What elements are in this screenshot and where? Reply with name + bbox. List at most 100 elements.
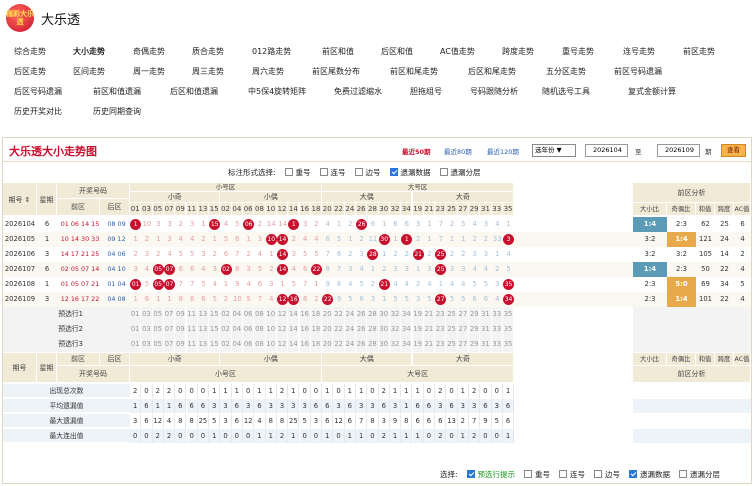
preselect-num[interactable]: 29 [469,337,481,352]
preselect-num[interactable]: 15 [209,322,221,337]
preselect-num[interactable]: 14 [288,337,300,352]
preselect-num[interactable]: 27 [457,322,469,337]
preselect-num[interactable]: 33 [491,322,503,337]
preselect-num[interactable]: 33 [491,307,503,322]
preselect-num[interactable]: 23 [435,307,447,322]
preselect-num[interactable]: 15 [209,307,221,322]
preselect-num[interactable]: 24 [344,322,356,337]
preselect-num[interactable]: 11 [186,322,198,337]
preselect-num[interactable]: 16 [299,307,311,322]
link-recent-120[interactable]: 最近120期 [487,146,519,156]
preselect-num[interactable]: 20 [322,322,334,337]
preselect-num[interactable]: 21 [423,307,436,322]
preselect-num[interactable]: 08 [254,307,266,322]
preselect-num[interactable]: 29 [469,322,481,337]
preselect-num[interactable]: 13 [197,337,210,352]
preselect-num[interactable]: 01 [130,322,142,337]
nav-item[interactable]: 前区和值遗漏 [93,86,141,97]
preselect-num[interactable]: 26 [356,337,368,352]
preselect-num[interactable]: 34 [401,322,413,337]
preselect-num[interactable]: 02 [220,307,232,322]
option-checkbox[interactable] [466,470,475,478]
preselect-num[interactable]: 08 [254,337,266,352]
preselect-num[interactable]: 19 [412,337,424,352]
preselect-num[interactable]: 31 [480,337,492,352]
preselect-num[interactable]: 30 [378,307,390,322]
preselect-num[interactable]: 13 [197,307,210,322]
preselect-num[interactable]: 09 [175,322,187,337]
nav-item[interactable]: 后区和值遗漏 [170,86,218,97]
nav-item[interactable]: AC值走势 [440,46,475,57]
nav-item[interactable]: 质合走势 [192,46,224,57]
preselect-num[interactable]: 32 [389,337,402,352]
nav-item[interactable]: 复式金额计算 [628,86,676,97]
preselect-num[interactable]: 28 [367,337,379,352]
preselect-num[interactable]: 03 [141,307,153,322]
preselect-num[interactable]: 18 [310,337,323,352]
preselect-num[interactable]: 35 [502,307,515,322]
nav-item[interactable]: 前区尾数分布 [312,66,360,77]
preselect-num[interactable]: 27 [457,337,469,352]
nav-item[interactable]: 后区走势 [14,66,46,77]
header-issue[interactable]: 期号 ⇕ [3,183,37,216]
nav-item[interactable]: 胆拖组号 [410,86,442,97]
option-checkbox[interactable] [354,168,363,176]
preselect-num[interactable]: 15 [209,337,221,352]
preselect-num[interactable]: 18 [310,307,323,322]
preselect-num[interactable]: 30 [378,337,390,352]
preselect-num[interactable]: 22 [333,322,345,337]
nav-item[interactable]: 重号走势 [562,46,594,57]
preselect-num[interactable]: 02 [220,337,232,352]
link-recent-80[interactable]: 最近80期 [444,146,472,156]
nav-item[interactable]: 免费过滤缩水 [334,86,382,97]
preselect-num[interactable]: 29 [469,307,481,322]
preselect-num[interactable]: 06 [243,337,255,352]
preselect-num[interactable]: 34 [401,337,413,352]
preselect-num[interactable]: 32 [389,307,402,322]
option-checkbox[interactable] [389,168,398,176]
option-checkbox[interactable] [319,168,328,176]
preselect-num[interactable]: 19 [412,322,424,337]
nav-item[interactable]: 前区和值 [322,46,354,57]
nav-item[interactable]: 区间走势 [73,66,105,77]
preselect-num[interactable]: 06 [243,307,255,322]
preselect-num[interactable]: 31 [480,307,492,322]
nav-item[interactable]: 综合走势 [14,46,46,57]
preselect-num[interactable]: 28 [367,307,379,322]
preselect-num[interactable]: 33 [491,337,503,352]
nav-item[interactable]: 后区和值 [381,46,413,57]
preselect-num[interactable]: 18 [310,322,323,337]
preselect-num[interactable]: 23 [435,322,447,337]
preselect-num[interactable]: 35 [502,322,515,337]
preselect-num[interactable]: 06 [243,322,255,337]
year-select[interactable]: 选年份 ▼ [532,144,576,157]
preselect-num[interactable]: 10 [265,337,277,352]
nav-item[interactable]: 前区走势 [683,46,715,57]
preselect-num[interactable]: 34 [401,307,413,322]
nav-item[interactable]: 周六走势 [252,66,284,77]
preselect-num[interactable]: 27 [457,307,469,322]
nav-item[interactable]: 前区和尾走势 [390,66,438,77]
preselect-num[interactable]: 10 [265,322,277,337]
preselect-num[interactable]: 02 [220,322,232,337]
preselect-num[interactable]: 12 [276,322,289,337]
preselect-num[interactable]: 20 [322,337,334,352]
preselect-num[interactable]: 23 [435,337,447,352]
link-recent-50[interactable]: 最近50期 [402,146,431,156]
view-button[interactable]: 查看 [721,144,746,157]
preselect-num[interactable]: 20 [322,307,334,322]
preselect-num[interactable]: 22 [333,307,345,322]
nav-item[interactable]: 历史开奖对比 [14,106,62,117]
preselect-num[interactable]: 26 [356,322,368,337]
preselect-num[interactable]: 13 [197,322,210,337]
preselect-num[interactable]: 31 [480,322,492,337]
preselect-num[interactable]: 03 [141,337,153,352]
option-checkbox[interactable] [629,470,638,478]
from-issue-input[interactable]: 2026104 [585,144,628,157]
preselect-num[interactable]: 08 [254,322,266,337]
preselect-num[interactable]: 05 [152,307,164,322]
nav-item[interactable]: 后区号码遗漏 [14,86,62,97]
preselect-num[interactable]: 14 [288,322,300,337]
nav-item[interactable]: 中5保4旋转矩阵 [248,86,306,97]
preselect-num[interactable]: 07 [163,322,176,337]
